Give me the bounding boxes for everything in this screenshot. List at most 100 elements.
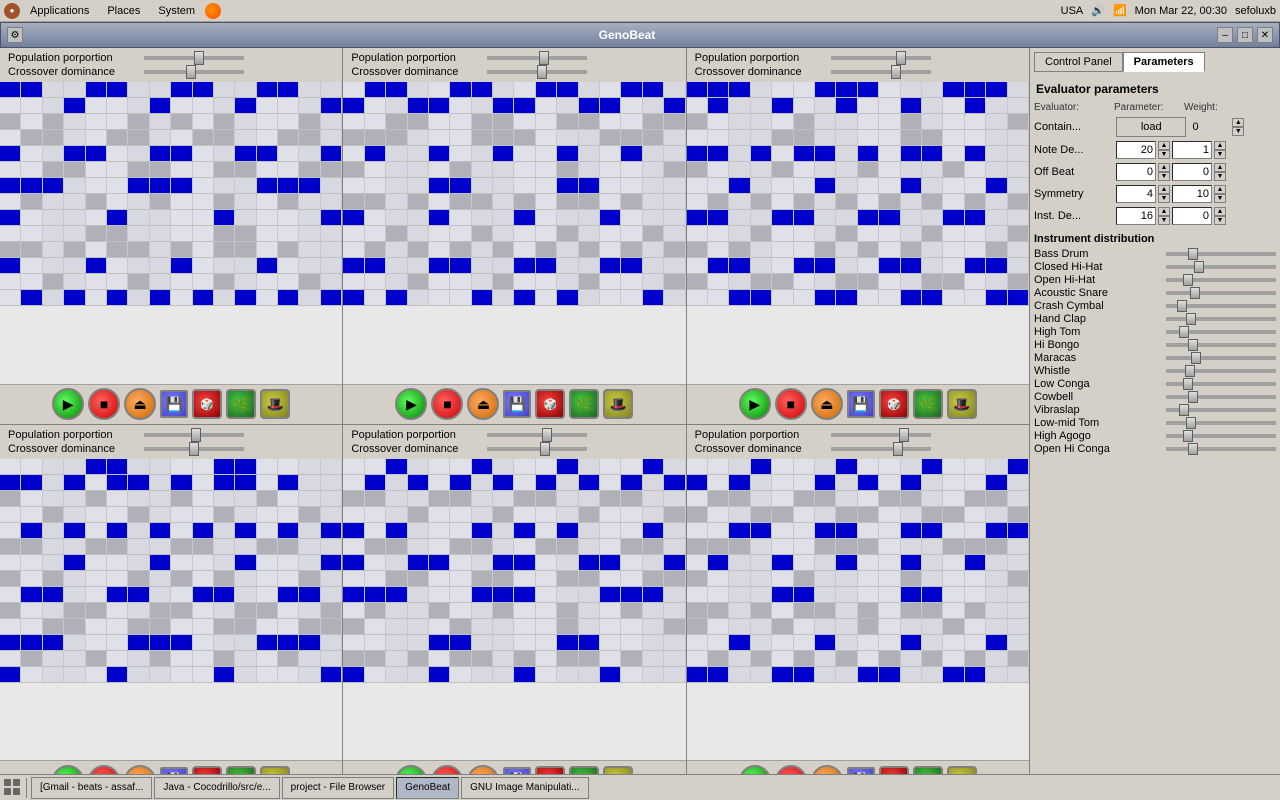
- beat-cell[interactable]: [643, 274, 664, 289]
- beat-cell[interactable]: [514, 651, 535, 666]
- beat-cell[interactable]: [751, 587, 772, 602]
- beat-cell[interactable]: [751, 523, 772, 538]
- beat-cell[interactable]: [235, 571, 256, 586]
- beat-cell[interactable]: [193, 146, 214, 161]
- beat-cell[interactable]: [150, 651, 171, 666]
- beat-cell[interactable]: [986, 635, 1007, 650]
- beat-cell[interactable]: [708, 146, 729, 161]
- pop-thumb-4[interactable]: [191, 428, 201, 442]
- beat-cell[interactable]: [257, 555, 278, 570]
- beat-cell[interactable]: [408, 146, 429, 161]
- beat-cell[interactable]: [664, 459, 685, 474]
- beat-cell[interactable]: [664, 82, 685, 97]
- beat-cell[interactable]: [0, 587, 21, 602]
- beat-cell[interactable]: [986, 82, 1007, 97]
- beat-cell[interactable]: [965, 162, 986, 177]
- beat-cell[interactable]: [214, 555, 235, 570]
- beat-cell[interactable]: [386, 667, 407, 682]
- beat-cell[interactable]: [879, 194, 900, 209]
- beat-cell[interactable]: [472, 555, 493, 570]
- save-btn-3[interactable]: 💾: [847, 390, 875, 418]
- beat-cell[interactable]: [321, 210, 342, 225]
- beat-cell[interactable]: [879, 274, 900, 289]
- beat-cell[interactable]: [408, 523, 429, 538]
- beat-cell[interactable]: [621, 603, 642, 618]
- beat-cell[interactable]: [794, 210, 815, 225]
- beat-cell[interactable]: [408, 587, 429, 602]
- beat-cell[interactable]: [600, 114, 621, 129]
- close-button[interactable]: ✕: [1257, 27, 1273, 43]
- beat-cell[interactable]: [858, 635, 879, 650]
- beat-cell[interactable]: [536, 226, 557, 241]
- beat-cell[interactable]: [943, 667, 964, 682]
- beat-cell[interactable]: [343, 194, 364, 209]
- beat-cell[interactable]: [794, 491, 815, 506]
- beat-cell[interactable]: [321, 226, 342, 241]
- beat-cell[interactable]: [386, 651, 407, 666]
- beat-cell[interactable]: [729, 475, 750, 490]
- beat-cell[interactable]: [600, 507, 621, 522]
- beat-cell[interactable]: [86, 555, 107, 570]
- beat-cell[interactable]: [257, 635, 278, 650]
- beat-cell[interactable]: [815, 146, 836, 161]
- beat-cell[interactable]: [815, 667, 836, 682]
- taskbar-filebrowser-btn[interactable]: project - File Browser: [282, 777, 394, 799]
- beat-cell[interactable]: [21, 459, 42, 474]
- beat-cell[interactable]: [1008, 146, 1029, 161]
- beat-cell[interactable]: [365, 603, 386, 618]
- beat-cell[interactable]: [0, 491, 21, 506]
- beat-cell[interactable]: [772, 82, 793, 97]
- beat-cell[interactable]: [171, 98, 192, 113]
- beat-cell[interactable]: [600, 635, 621, 650]
- beat-cell[interactable]: [815, 242, 836, 257]
- beat-cell[interactable]: [687, 587, 708, 602]
- beat-cell[interactable]: [343, 475, 364, 490]
- beat-cell[interactable]: [922, 571, 943, 586]
- beat-cell[interactable]: [107, 226, 128, 241]
- taskbar-java-btn[interactable]: Java - Cocodrillo/src/e...: [154, 777, 279, 799]
- beat-cell[interactable]: [257, 146, 278, 161]
- beat-cell[interactable]: [664, 475, 685, 490]
- beat-cell[interactable]: [600, 651, 621, 666]
- beat-cell[interactable]: [386, 539, 407, 554]
- beat-cell[interactable]: [858, 290, 879, 305]
- beat-cell[interactable]: [86, 651, 107, 666]
- beat-cell[interactable]: [708, 475, 729, 490]
- beat-cell[interactable]: [321, 635, 342, 650]
- beat-cell[interactable]: [493, 555, 514, 570]
- beat-cell[interactable]: [321, 523, 342, 538]
- beat-cell[interactable]: [150, 491, 171, 506]
- beat-cell[interactable]: [922, 619, 943, 634]
- beat-cell[interactable]: [879, 130, 900, 145]
- beat-cell[interactable]: [772, 651, 793, 666]
- cross-track-2[interactable]: [487, 70, 587, 74]
- beat-cell[interactable]: [472, 226, 493, 241]
- beat-cell[interactable]: [751, 242, 772, 257]
- beat-cell[interactable]: [879, 242, 900, 257]
- beat-cell[interactable]: [472, 507, 493, 522]
- beat-cell[interactable]: [64, 635, 85, 650]
- beat-cell[interactable]: [943, 194, 964, 209]
- beat-cell[interactable]: [128, 507, 149, 522]
- beat-cell[interactable]: [879, 491, 900, 506]
- beat-cell[interactable]: [365, 635, 386, 650]
- beat-cell[interactable]: [386, 571, 407, 586]
- beat-cell[interactable]: [343, 162, 364, 177]
- beat-cell[interactable]: [751, 571, 772, 586]
- play-btn-1[interactable]: ▶: [52, 388, 84, 420]
- beat-cell[interactable]: [472, 98, 493, 113]
- beat-cell[interactable]: [879, 651, 900, 666]
- beat-cell[interactable]: [664, 539, 685, 554]
- beat-cell[interactable]: [86, 587, 107, 602]
- beat-cell[interactable]: [664, 114, 685, 129]
- beat-cell[interactable]: [1008, 651, 1029, 666]
- beat-cell[interactable]: [235, 491, 256, 506]
- beat-cell[interactable]: [901, 162, 922, 177]
- beat-cell[interactable]: [901, 635, 922, 650]
- beat-cell[interactable]: [0, 226, 21, 241]
- beat-cell[interactable]: [621, 130, 642, 145]
- beat-cell[interactable]: [107, 491, 128, 506]
- beat-cell[interactable]: [687, 210, 708, 225]
- beat-cell[interactable]: [664, 523, 685, 538]
- beat-cell[interactable]: [365, 555, 386, 570]
